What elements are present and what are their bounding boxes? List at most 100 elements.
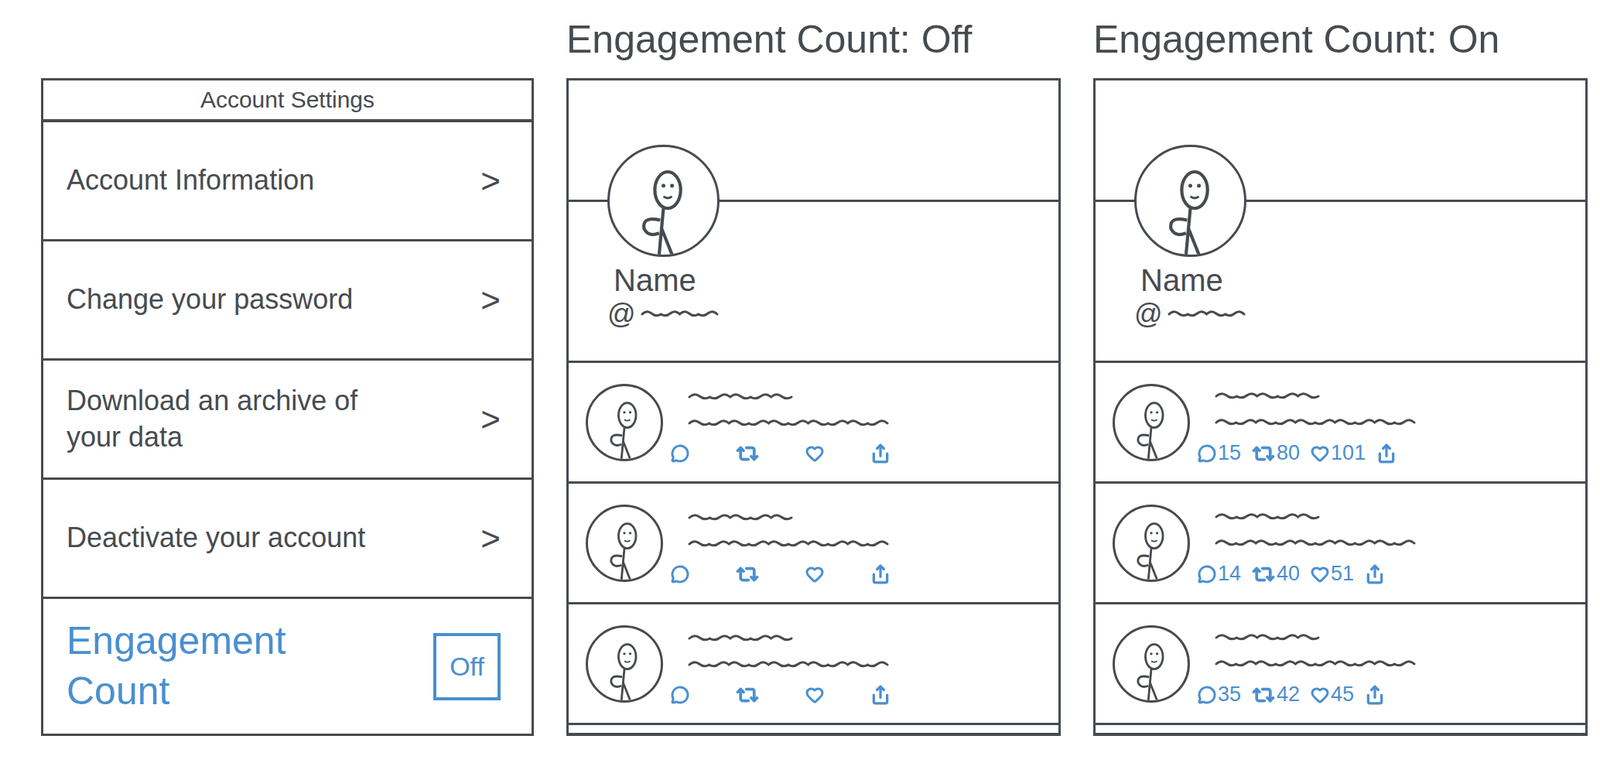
avatar-icon	[609, 147, 718, 255]
profile-handle: @	[607, 297, 1059, 331]
post-row[interactable]: 35 42 45	[1095, 604, 1586, 725]
post-avatar	[1112, 383, 1190, 462]
share-action[interactable]	[870, 684, 891, 705]
preview-title: Engagement Count: Off	[566, 0, 1061, 79]
reply-action[interactable]	[670, 444, 690, 463]
feed-footer	[568, 732, 1059, 736]
reply-action[interactable]: 15	[1197, 441, 1242, 465]
post-author-squiggle-icon	[1213, 388, 1322, 404]
settings-row[interactable]: Engagement CountOff	[43, 598, 532, 734]
share-action[interactable]	[1364, 684, 1385, 705]
settings-row-label: Deactivate your account	[66, 519, 366, 557]
settings-row-label: Download an archive of your data	[66, 382, 377, 456]
settings-header: Account Settings	[43, 80, 532, 123]
retweet-action[interactable]	[735, 441, 759, 465]
post-body	[686, 500, 891, 586]
retweet-icon	[1251, 683, 1276, 707]
reply-action[interactable]: 35	[1197, 682, 1242, 707]
post-author-squiggle-icon	[1213, 509, 1322, 525]
handle-prefix: @	[1134, 297, 1163, 331]
share-action[interactable]	[870, 564, 891, 585]
retweet-count: 80	[1276, 441, 1300, 465]
reply-icon	[670, 685, 690, 705]
heart-icon	[1310, 564, 1330, 584]
profile-header: Name@	[1095, 201, 1586, 363]
post-avatar	[585, 383, 664, 462]
handle-squiggle-icon	[1165, 306, 1248, 322]
retweet-action[interactable]	[735, 562, 759, 586]
post-row[interactable]	[568, 483, 1059, 605]
post-text-squiggle-icon	[686, 536, 891, 552]
post-actions	[670, 683, 891, 707]
reply-icon	[1197, 564, 1217, 584]
reply-count: 35	[1217, 682, 1242, 707]
like-action[interactable]	[805, 444, 824, 463]
profile-header: Name@	[568, 201, 1059, 363]
column-title-spacer	[41, 0, 534, 79]
handle-squiggle-icon	[639, 306, 721, 322]
preview-column: Engagement Count: OnName@158010114405135…	[1093, 0, 1588, 770]
handle-prefix: @	[607, 297, 636, 331]
retweet-action[interactable]	[735, 683, 759, 707]
post-row[interactable]	[568, 362, 1059, 484]
like-action[interactable]	[805, 564, 824, 584]
like-action[interactable]: 101	[1310, 441, 1366, 465]
share-action[interactable]	[1364, 564, 1385, 585]
reply-icon	[670, 564, 690, 584]
preview-column: Engagement Count: Off Name@	[566, 0, 1061, 770]
like-action[interactable]: 51	[1310, 561, 1354, 586]
post-text-squiggle-icon	[1213, 535, 1418, 551]
reply-action[interactable]	[670, 685, 690, 705]
settings-row[interactable]: Change your password>	[43, 241, 532, 361]
post-body	[686, 379, 891, 465]
post-actions: 14 40 51	[1197, 561, 1418, 586]
reply-icon	[670, 444, 690, 463]
post-row[interactable]: 15 80 101	[1095, 362, 1586, 484]
settings-row[interactable]: Account Information>	[43, 122, 532, 242]
post-row[interactable]	[568, 604, 1059, 725]
reply-action[interactable]: 14	[1197, 561, 1242, 586]
reply-count: 14	[1217, 561, 1242, 586]
reply-count: 15	[1217, 441, 1242, 465]
settings-row[interactable]: Download an archive of your data >	[43, 360, 532, 480]
post-author-squiggle-icon	[1213, 629, 1322, 646]
settings-row[interactable]: Deactivate your account >	[43, 479, 532, 599]
profile-avatar	[607, 144, 720, 257]
post-avatar	[585, 504, 664, 582]
avatar-icon	[1114, 627, 1188, 701]
profile-preview: Name@	[566, 78, 1061, 736]
post-avatar	[585, 625, 664, 703]
post-row[interactable]: 14 40 51	[1095, 483, 1586, 605]
heart-icon	[805, 685, 824, 705]
like-count: 51	[1330, 561, 1354, 586]
like-count: 45	[1330, 682, 1354, 707]
retweet-count: 42	[1276, 682, 1300, 707]
chevron-icon: >	[480, 400, 501, 439]
retweet-action[interactable]: 80	[1251, 441, 1300, 465]
profile-avatar	[1134, 144, 1247, 257]
settings-panel: Account SettingsAccount Information>Chan…	[41, 78, 534, 736]
engagement-toggle[interactable]: Off	[433, 632, 501, 701]
retweet-action[interactable]: 42	[1251, 682, 1300, 707]
like-action[interactable]: 45	[1310, 682, 1354, 707]
share-action[interactable]	[1376, 443, 1397, 464]
avatar-icon	[588, 386, 661, 459]
reply-icon	[1197, 685, 1217, 705]
chevron-icon: >	[480, 519, 501, 558]
avatar-icon	[1114, 506, 1188, 580]
post-body: 35 42 45	[1213, 620, 1418, 707]
post-avatar	[1112, 625, 1190, 703]
retweet-action[interactable]: 40	[1251, 561, 1300, 586]
avatar-icon	[588, 627, 661, 701]
reply-action[interactable]	[670, 564, 690, 584]
like-action[interactable]	[805, 685, 824, 705]
retweet-count: 40	[1276, 561, 1300, 586]
reply-icon	[1197, 444, 1217, 463]
chevron-icon: >	[480, 161, 501, 201]
post-actions	[670, 562, 891, 586]
post-text-squiggle-icon	[1213, 414, 1418, 431]
post-author-squiggle-icon	[686, 389, 795, 405]
retweet-icon	[735, 683, 759, 707]
share-action[interactable]	[870, 443, 891, 464]
share-icon	[870, 443, 891, 464]
